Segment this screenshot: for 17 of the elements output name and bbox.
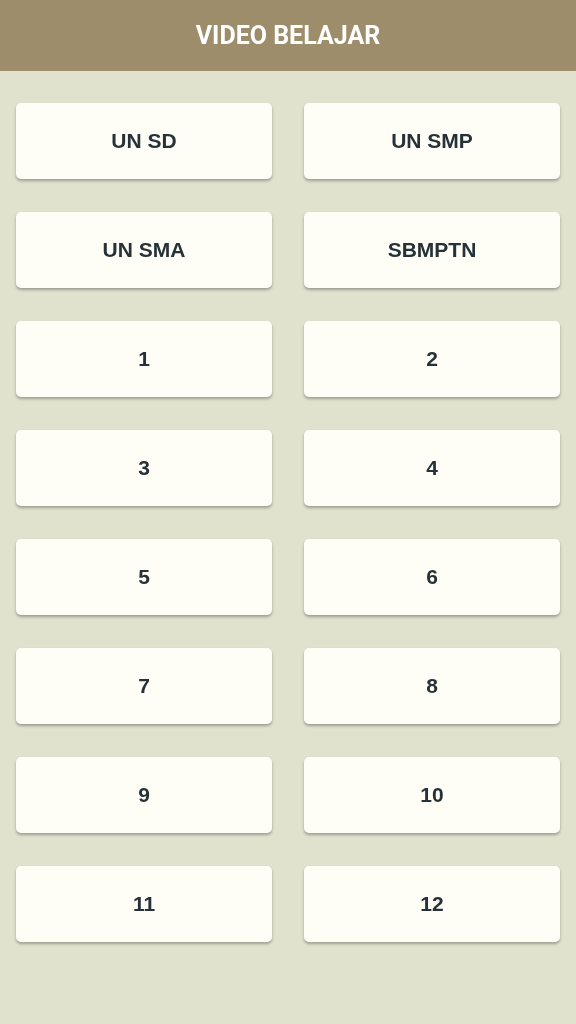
category-button[interactable]: 5	[16, 539, 272, 615]
category-button[interactable]: UN SMP	[304, 103, 560, 179]
category-button[interactable]: 2	[304, 321, 560, 397]
category-button[interactable]: 8	[304, 648, 560, 724]
category-button[interactable]: 11	[16, 866, 272, 942]
category-button[interactable]: 6	[304, 539, 560, 615]
category-button[interactable]: UN SMA	[16, 212, 272, 288]
category-button[interactable]: 10	[304, 757, 560, 833]
app-title: VIDEO BELAJAR	[195, 21, 381, 50]
category-button[interactable]: SBMPTN	[304, 212, 560, 288]
category-button[interactable]: 3	[16, 430, 272, 506]
category-button[interactable]: 4	[304, 430, 560, 506]
category-button[interactable]: 7	[16, 648, 272, 724]
category-button[interactable]: 12	[304, 866, 560, 942]
category-button[interactable]: 9	[16, 757, 272, 833]
category-button[interactable]: 1	[16, 321, 272, 397]
category-button[interactable]: UN SD	[16, 103, 272, 179]
